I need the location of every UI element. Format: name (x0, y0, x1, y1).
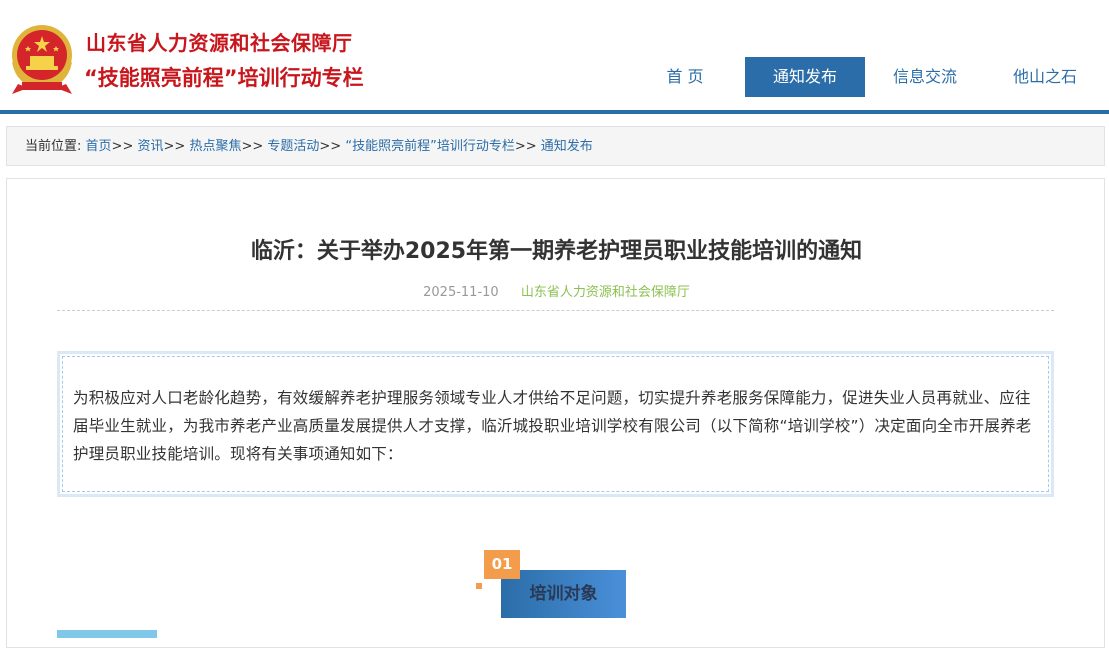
breadcrumb-separator: >> (111, 139, 134, 154)
next-section-bar (57, 630, 157, 638)
national-emblem-icon (12, 25, 72, 94)
breadcrumb-link-column[interactable]: “技能照亮前程”培训行动专栏 (345, 139, 514, 154)
intro-paragraph: 为积极应对人口老龄化趋势，有效缓解养老护理服务领域专业人才供给不足问题，切实提升… (73, 389, 1032, 463)
nav-item-home[interactable]: 首 页 (625, 57, 745, 97)
meta-divider (57, 310, 1054, 311)
breadcrumb-link-hot-topics[interactable]: 热点聚焦 (189, 139, 241, 154)
main-nav: 首 页 通知发布 信息交流 他山之石 (625, 57, 1105, 97)
breadcrumb-prefix: 当前位置: (25, 139, 82, 154)
article-title: 临沂：关于举办2025年第一期养老护理员职业技能培训的通知 (250, 239, 863, 264)
section-decor-dot (476, 583, 482, 589)
nav-item-info-exchange[interactable]: 信息交流 (865, 57, 985, 97)
intro-inner-border: 为积极应对人口老龄化趋势，有效缓解养老护理服务领域专业人才供给不足问题，切实提升… (62, 356, 1049, 492)
breadcrumb-separator: >> (514, 139, 537, 154)
breadcrumb-separator: >> (319, 139, 342, 154)
site-title: 山东省人力资源和社会保障厅 (86, 31, 353, 55)
breadcrumb-link-notices[interactable]: 通知发布 (541, 139, 593, 154)
column-title: “技能照亮前程”培训行动专栏 (84, 66, 364, 90)
breadcrumb-link-special-events[interactable]: 专题活动 (267, 139, 319, 154)
breadcrumb-link-news[interactable]: 资讯 (137, 139, 163, 154)
breadcrumb-separator: >> (163, 139, 186, 154)
breadcrumb-link-home[interactable]: 首页 (86, 139, 112, 154)
site-header: 山东省人力资源和社会保障厅 “技能照亮前程”培训行动专栏 首 页 通知发布 信息… (0, 0, 1109, 112)
header-divider (0, 110, 1109, 114)
article-meta: 2025-11-10 山东省人力资源和社会保障厅 (7, 281, 1106, 300)
publish-date: 2025-11-10 (423, 285, 499, 300)
nav-item-notices[interactable]: 通知发布 (745, 57, 865, 97)
breadcrumb: 当前位置: 首页>> 资讯>> 热点聚焦>> 专题活动>> “技能照亮前程”培训… (6, 126, 1105, 166)
intro-box: 为积极应对人口老龄化趋势，有效缓解养老护理服务领域专业人才供给不足问题，切实提升… (57, 351, 1054, 497)
nav-item-others-experience[interactable]: 他山之石 (985, 57, 1105, 97)
breadcrumb-separator: >> (241, 139, 264, 154)
article-source: 山东省人力资源和社会保障厅 (520, 285, 690, 300)
article-container: 临沂：关于举办2025年第一期养老护理员职业技能培训的通知 2025-11-10… (6, 178, 1105, 648)
section-number-badge: 01 (484, 550, 520, 579)
